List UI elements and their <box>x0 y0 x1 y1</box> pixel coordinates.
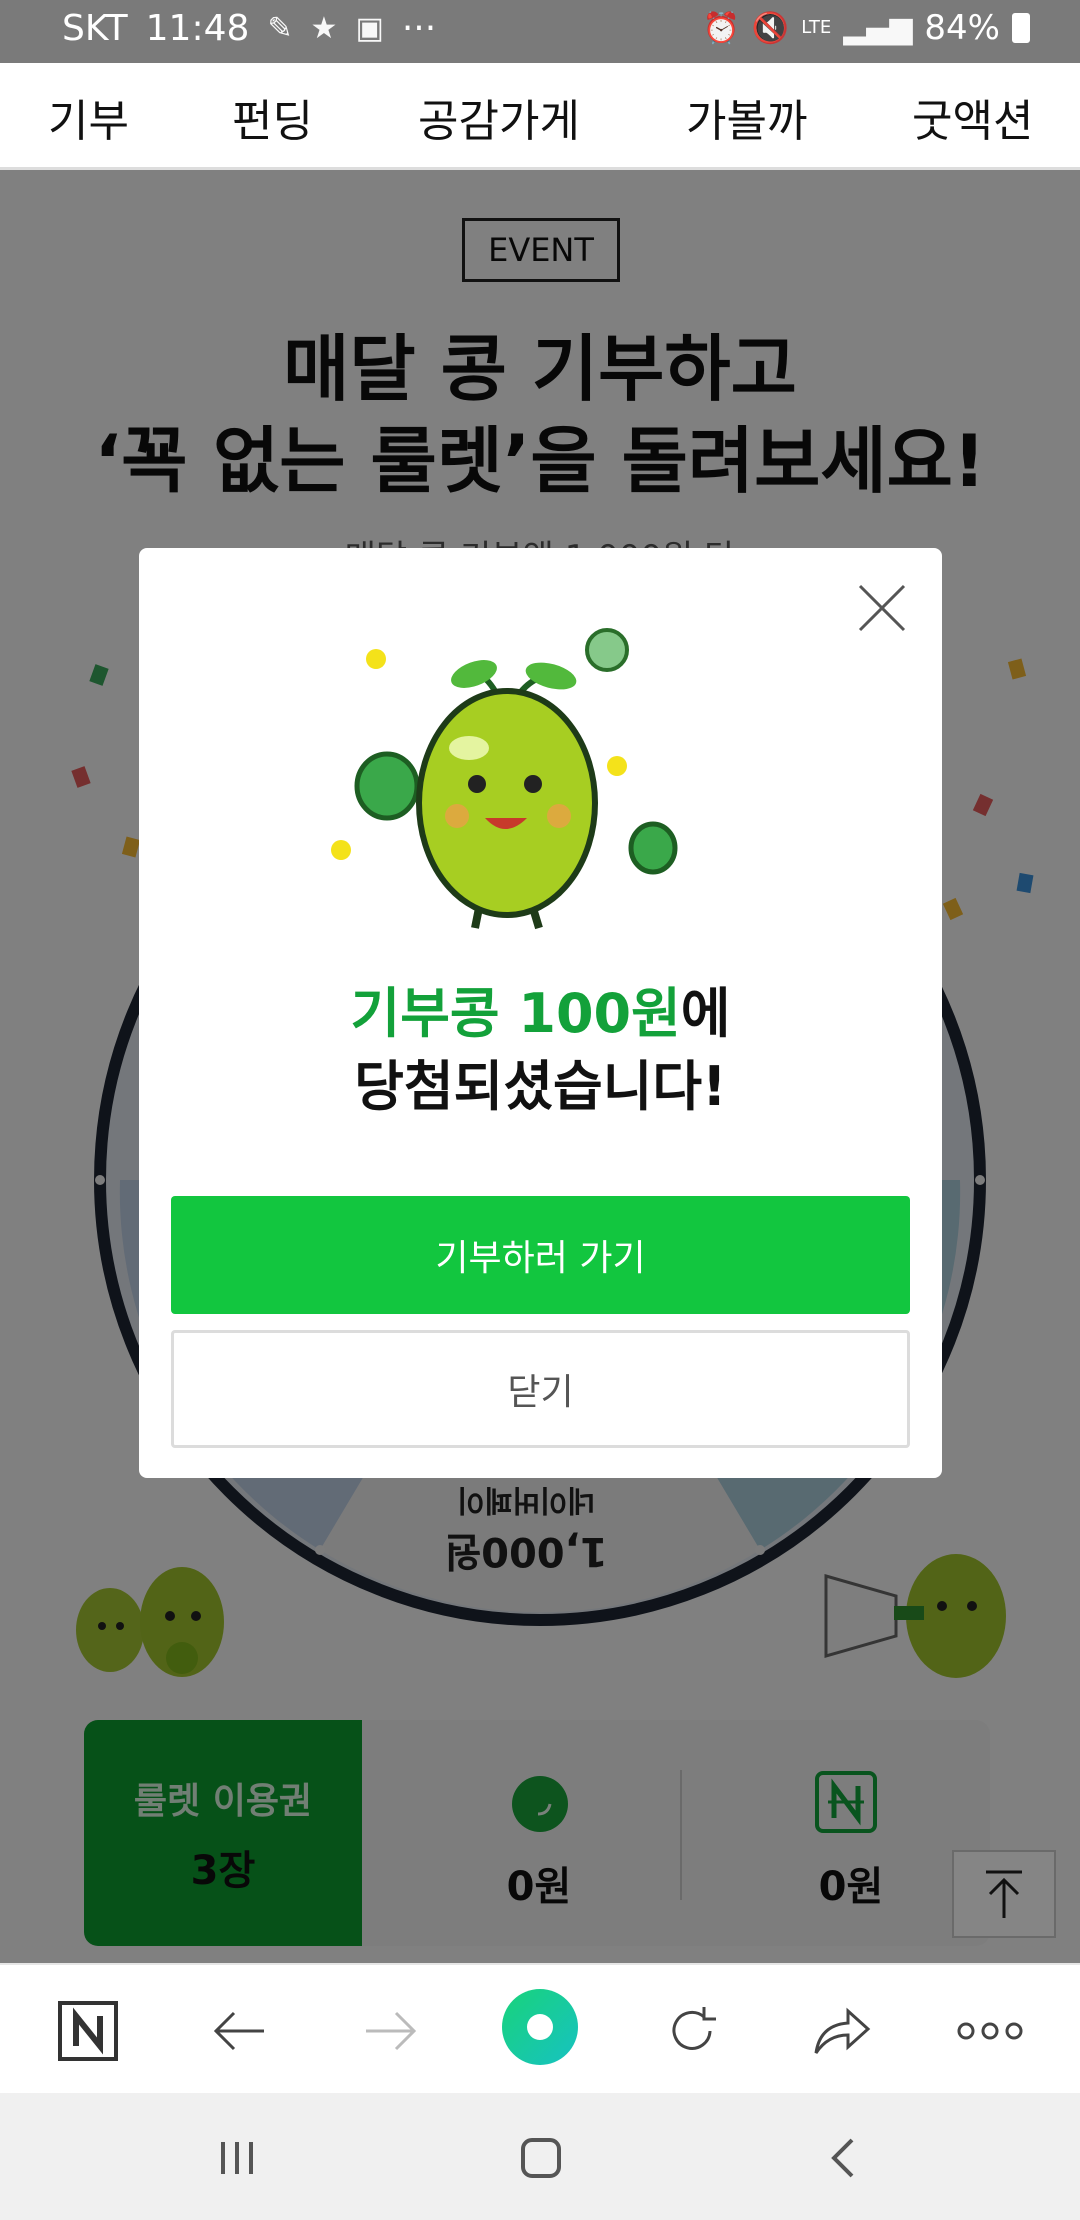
share-icon <box>814 2007 871 2054</box>
recent-apps-button[interactable] <box>202 2123 272 2193</box>
status-left: SKT 11:48 ✎ ★ ▣ ··· <box>62 8 436 49</box>
category-tabs: 기부 펀딩 공감가게 가볼까 굿액션 <box>0 63 1080 170</box>
notification-icon: ★ <box>310 11 338 46</box>
prize-message-line2: 당첨되셨습니다! <box>354 1054 727 1118</box>
close-icon[interactable] <box>852 578 912 638</box>
prize-message: 기부콩 100원에 당첨되셨습니다! <box>139 978 942 1124</box>
reload-icon <box>672 2007 716 2050</box>
mute-icon: 🔇 <box>751 10 790 46</box>
status-bar: SKT 11:48 ✎ ★ ▣ ··· ⏰ 🔇 LTE ▂▄▆ 84% <box>0 0 1080 63</box>
pen-icon: ✎ <box>267 11 293 46</box>
alarm-icon: ⏰ <box>702 10 740 46</box>
back-icon <box>213 2011 264 2051</box>
status-right: ⏰ 🔇 LTE ▂▄▆ 84% <box>703 8 1030 48</box>
naver-home-icon <box>58 2001 118 2061</box>
system-back-button[interactable] <box>808 2123 878 2193</box>
battery-icon <box>1012 13 1030 43</box>
browser-toolbar <box>0 1963 1080 2093</box>
share-button[interactable] <box>804 1993 880 2069</box>
recent-apps-icon <box>221 2142 253 2174</box>
time-label: 11:48 <box>145 8 250 49</box>
close-button[interactable]: 닫기 <box>171 1330 910 1448</box>
green-dot-button[interactable] <box>500 1987 580 2067</box>
reload-button[interactable] <box>654 1993 730 2069</box>
green-dot-icon <box>502 1989 578 2065</box>
more-button[interactable] <box>952 1993 1028 2069</box>
system-navigation-bar <box>0 2093 1080 2220</box>
carrier-label: SKT <box>62 8 128 49</box>
prize-suffix: 에 <box>680 982 731 1045</box>
prize-modal: 기부콩 100원에 당첨되셨습니다! 기부하러 가기 닫기 <box>139 548 942 1478</box>
home-icon <box>521 2138 561 2178</box>
tab-empathy-store[interactable]: 공감가게 <box>418 85 580 149</box>
back-button[interactable] <box>202 1993 278 2069</box>
battery-label: 84% <box>924 8 1000 48</box>
tab-shall-we-go[interactable]: 가볼까 <box>686 85 807 149</box>
forward-icon <box>366 2011 417 2051</box>
signal-icon: ▂▄▆ <box>843 10 913 46</box>
tab-funding[interactable]: 펀딩 <box>232 85 313 149</box>
forward-button[interactable] <box>352 1993 428 2069</box>
tab-good-action[interactable]: 굿액션 <box>912 85 1033 149</box>
prize-message-line1: 기부콩 100원에 <box>139 978 942 1051</box>
naver-home-button[interactable] <box>50 1993 126 2069</box>
prize-amount: 기부콩 100원 <box>350 982 681 1045</box>
more-notifications: ··· <box>401 8 437 49</box>
system-back-icon <box>831 2138 854 2178</box>
home-button[interactable] <box>506 2123 576 2193</box>
tab-donate[interactable]: 기부 <box>48 85 129 149</box>
go-donate-button[interactable]: 기부하러 가기 <box>171 1196 910 1314</box>
bean-mascot-illustration <box>331 628 678 930</box>
network-label: LTE <box>801 17 832 38</box>
more-icon <box>957 2022 1023 2040</box>
image-icon: ▣ <box>355 11 384 46</box>
